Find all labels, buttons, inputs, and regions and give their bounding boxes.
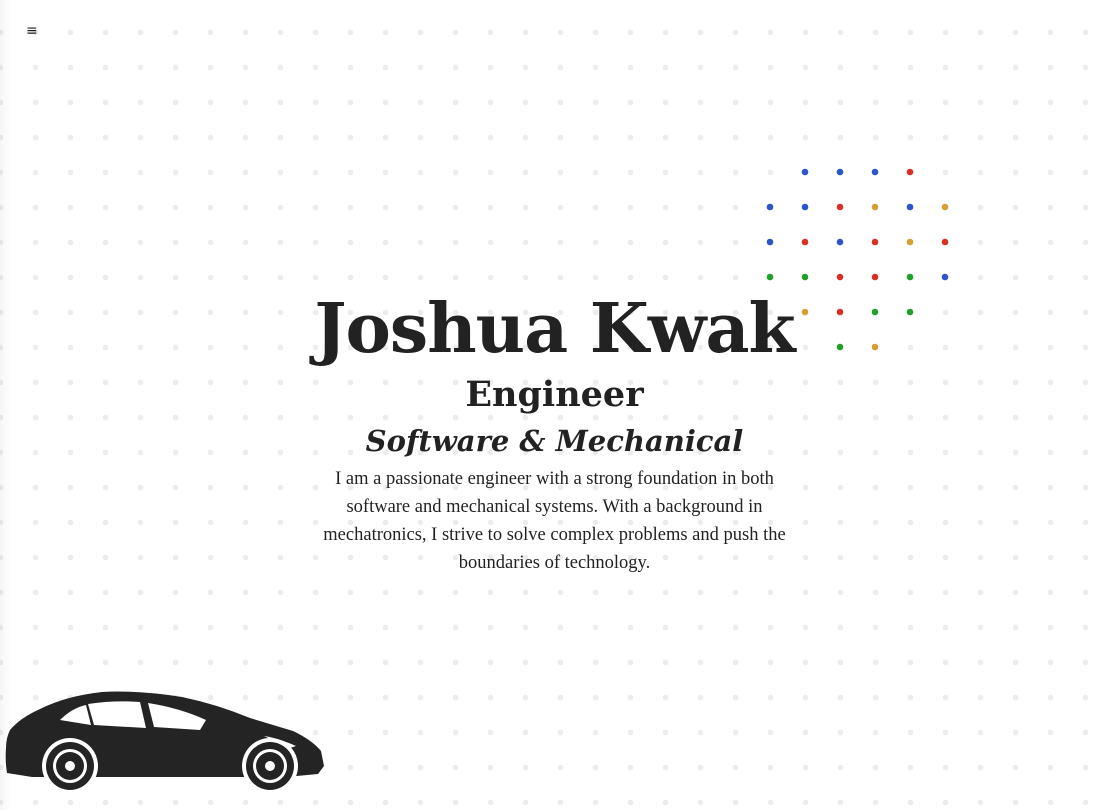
- car-silhouette-icon: [5, 691, 324, 794]
- hero-specialty: Software & Mechanical: [365, 424, 744, 458]
- hero-role: Engineer: [465, 374, 644, 415]
- hero-name: Joshua Kwak: [314, 289, 795, 369]
- hero-section: Joshua Kwak Engineer Software & Mechanic…: [0, 285, 1109, 577]
- hero-bio: I am a passionate engineer with a strong…: [323, 469, 786, 573]
- hamburger-menu-icon[interactable]: ≡: [26, 21, 42, 41]
